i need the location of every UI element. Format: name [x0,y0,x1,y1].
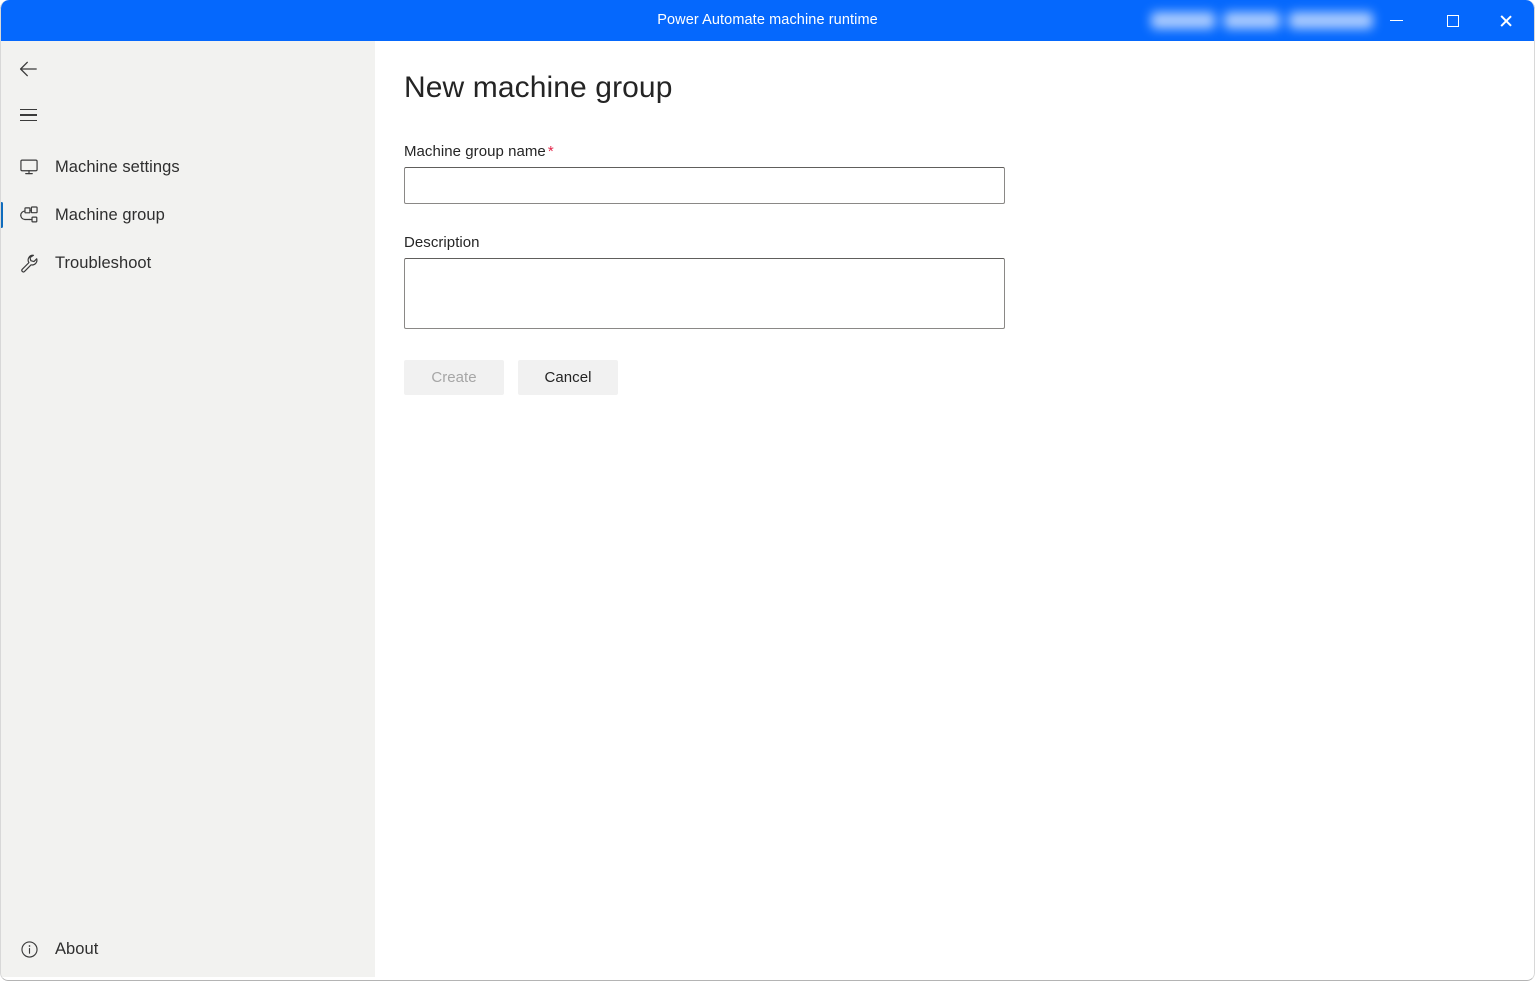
arrow-left-icon [19,61,37,77]
wrench-icon [14,252,44,274]
maximize-button[interactable] [1429,0,1476,41]
sidebar-item-label: Machine group [55,205,165,224]
machine-group-icon [14,204,44,226]
cancel-button[interactable]: Cancel [518,360,618,395]
menu-toggle-button[interactable] [4,93,52,137]
redacted-text-block [1151,12,1215,29]
sidebar-item-label: Machine settings [55,157,180,176]
sidebar-item-label: About [55,939,99,958]
info-circle-icon [14,939,44,960]
field-label-text: Description [404,234,480,251]
sidebar-item-machine-settings[interactable]: Machine settings [0,143,375,191]
create-button[interactable]: Create [404,360,504,395]
title-bar[interactable]: Power Automate machine runtime [0,0,1535,41]
machine-group-name-input[interactable] [404,167,1005,204]
form-actions: Create Cancel [404,360,618,395]
back-button[interactable] [4,47,52,91]
hamburger-icon [19,108,37,122]
redacted-text-block [1289,12,1373,29]
window-body: Machine settings Machine group Troublesh… [0,41,1535,977]
sidebar-item-machine-group[interactable]: Machine group [0,191,375,239]
app-window: Power Automate machine runtime Machine s… [0,0,1535,981]
description-textarea[interactable] [404,258,1005,329]
monitor-icon [14,156,44,178]
machine-group-name-field-group: Machine group name * [404,143,1005,204]
minimize-icon [1390,19,1403,22]
description-label: Description [404,234,1005,251]
page-title: New machine group [404,71,673,104]
minimize-button[interactable] [1373,0,1420,41]
sidebar-item-about[interactable]: About [0,925,375,973]
account-info-redacted [1151,8,1373,33]
sidebar-item-troubleshoot[interactable]: Troubleshoot [0,239,375,287]
field-label-text: Machine group name [404,143,546,160]
required-asterisk: * [547,143,554,160]
main-content: New machine group Machine group name * De… [375,41,1535,977]
description-field-group: Description [404,234,1005,334]
sidebar: Machine settings Machine group Troublesh… [0,41,375,977]
sidebar-item-label: Troubleshoot [55,253,152,272]
sidebar-nav-list: Machine settings Machine group Troublesh… [0,143,375,287]
redacted-text-block [1224,12,1280,29]
maximize-icon [1446,14,1459,27]
close-icon [1499,14,1513,28]
close-button[interactable] [1482,0,1529,41]
machine-group-name-label: Machine group name * [404,143,1005,160]
